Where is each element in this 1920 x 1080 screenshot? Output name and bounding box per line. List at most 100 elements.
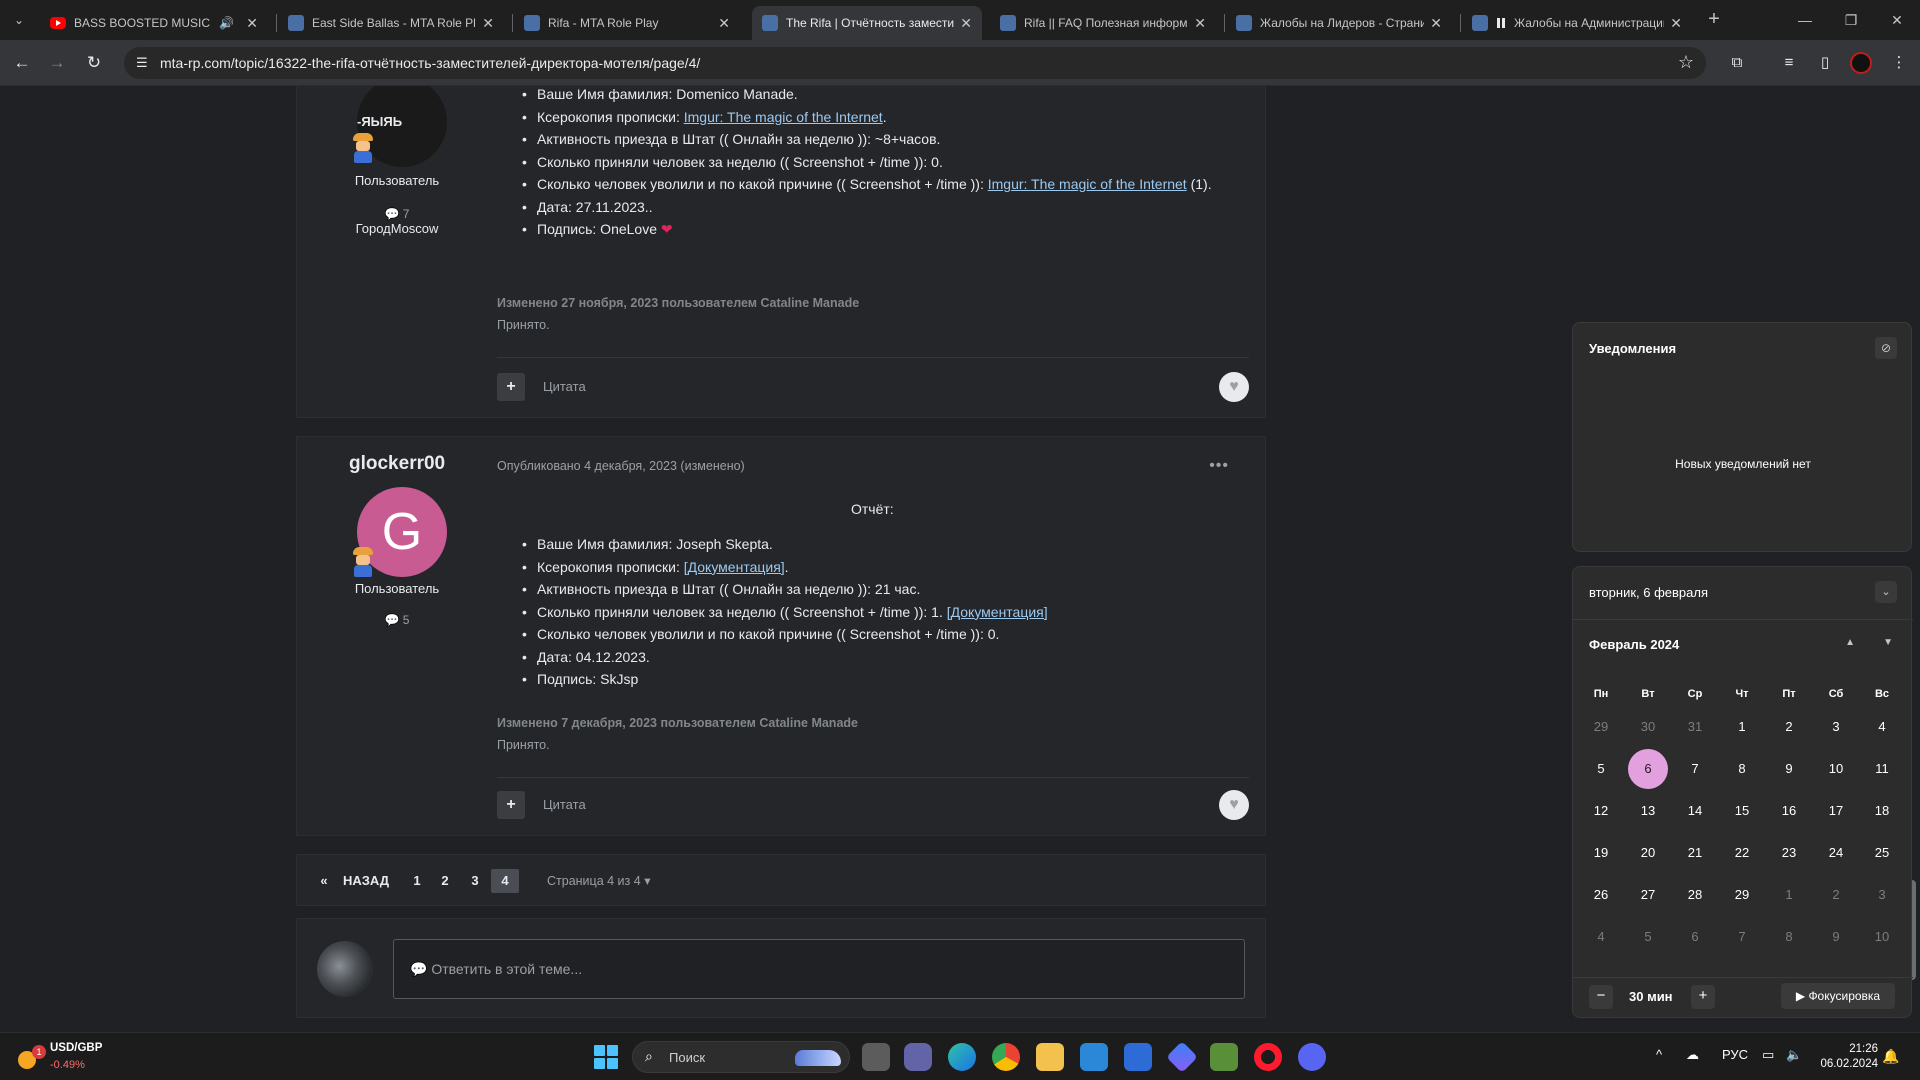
like-heart-icon[interactable]: ♥: [1219, 372, 1249, 402]
calendar-day[interactable]: 6: [1675, 917, 1715, 957]
minecraft-icon[interactable]: [1210, 1043, 1238, 1071]
imgur-link[interactable]: Imgur: The magic of the Internet: [684, 109, 883, 125]
do-not-disturb-icon[interactable]: ⊘: [1875, 337, 1897, 359]
prev-month-icon[interactable]: ▲: [1845, 637, 1855, 648]
close-tab-icon[interactable]: ✕: [1194, 15, 1206, 32]
page-3[interactable]: 3: [467, 869, 483, 893]
calendar-day[interactable]: 21: [1675, 833, 1715, 873]
menu-kebab-icon[interactable]: ⋮: [1886, 50, 1912, 76]
chrome-icon[interactable]: [992, 1043, 1020, 1071]
calendar-day[interactable]: 29: [1722, 875, 1762, 915]
opera-icon[interactable]: [1254, 1043, 1282, 1071]
calendar-day[interactable]: 2: [1816, 875, 1856, 915]
restore-icon[interactable]: ❐: [1828, 6, 1874, 34]
reload-icon[interactable]: ↻: [80, 49, 108, 77]
calendar-day[interactable]: 8: [1769, 917, 1809, 957]
chevron-up-icon[interactable]: ^: [1656, 1047, 1662, 1062]
tab-the-rifa-active[interactable]: The Rifa | Отчётность заместит ✕: [752, 6, 982, 40]
copilot-icon[interactable]: [1166, 1041, 1198, 1073]
page-1[interactable]: 1: [409, 869, 425, 893]
calendar-day[interactable]: 25: [1862, 833, 1902, 873]
tab-youtube[interactable]: BASS BOOSTED MUSIC MI 🔊 ✕: [40, 6, 268, 40]
extensions-icon[interactable]: ⧉: [1724, 50, 1750, 76]
focus-increase-button[interactable]: +: [1691, 985, 1715, 1009]
like-heart-icon[interactable]: ♥: [1219, 790, 1249, 820]
bookmark-star-icon[interactable]: ☆: [1678, 52, 1694, 73]
file-explorer-icon[interactable]: [1036, 1043, 1064, 1071]
new-tab-button[interactable]: +: [1700, 8, 1728, 32]
mail-icon[interactable]: [1080, 1043, 1108, 1071]
calendar-day[interactable]: 13: [1628, 791, 1668, 831]
profile-avatar[interactable]: [1850, 52, 1872, 74]
address-bar[interactable]: ☰ mta-rp.com/topic/16322-the-rifa-отчётн…: [124, 47, 1706, 79]
calendar-day[interactable]: 1: [1769, 875, 1809, 915]
close-window-icon[interactable]: ✕: [1874, 6, 1920, 34]
close-tab-icon[interactable]: ✕: [246, 15, 258, 32]
calendar-day[interactable]: 11: [1862, 749, 1902, 789]
prev-page-button[interactable]: НАЗАД: [343, 869, 389, 893]
calendar-day[interactable]: 3: [1862, 875, 1902, 915]
close-tab-icon[interactable]: ✕: [1670, 15, 1682, 32]
calendar-day[interactable]: 2: [1769, 707, 1809, 747]
first-page-icon[interactable]: «: [315, 869, 333, 893]
focus-start-button[interactable]: ▶ Фокусировка: [1781, 983, 1895, 1009]
back-icon[interactable]: ←: [8, 49, 36, 77]
input-language[interactable]: РУС: [1722, 1047, 1748, 1062]
calendar-day[interactable]: 1: [1722, 707, 1762, 747]
multiquote-button[interactable]: +: [497, 791, 525, 819]
calendar-day[interactable]: 7: [1722, 917, 1762, 957]
site-info-icon[interactable]: ☰: [136, 55, 152, 71]
calendar-day[interactable]: 15: [1722, 791, 1762, 831]
close-tab-icon[interactable]: ✕: [960, 15, 972, 32]
imgur-link[interactable]: Imgur: The magic of the Internet: [988, 176, 1187, 192]
calendar-day[interactable]: 20: [1628, 833, 1668, 873]
calendar-day[interactable]: 17: [1816, 791, 1856, 831]
calendar-day[interactable]: 3: [1816, 707, 1856, 747]
calendar-day[interactable]: 4: [1862, 707, 1902, 747]
tab-rifa-faq[interactable]: Rifa || FAQ Полезная информа ✕: [990, 6, 1216, 40]
close-tab-icon[interactable]: ✕: [718, 15, 730, 32]
calendar-day[interactable]: 16: [1769, 791, 1809, 831]
widgets-icon[interactable]: 1: [18, 1045, 46, 1069]
calendar-day[interactable]: 14: [1675, 791, 1715, 831]
close-tab-icon[interactable]: ✕: [482, 15, 494, 32]
edge-icon[interactable]: [948, 1043, 976, 1071]
close-tab-icon[interactable]: ✕: [1430, 15, 1442, 32]
ticker-symbol[interactable]: USD/GBP: [50, 1042, 102, 1054]
calendar-day[interactable]: 9: [1816, 917, 1856, 957]
documentation-link[interactable]: [Документация]: [947, 604, 1048, 620]
calendar-day[interactable]: 31: [1675, 707, 1715, 747]
quote-button[interactable]: Цитата: [543, 797, 586, 812]
calendar-day[interactable]: 10: [1862, 917, 1902, 957]
author-name[interactable]: glockerr00: [349, 453, 445, 475]
calendar-day[interactable]: 28: [1675, 875, 1715, 915]
calendar-day[interactable]: 10: [1816, 749, 1856, 789]
store-icon[interactable]: [1124, 1043, 1152, 1071]
tab-east-side-ballas[interactable]: East Side Ballas - MTA Role Play ✕: [278, 6, 504, 40]
calendar-day[interactable]: 9: [1769, 749, 1809, 789]
next-month-icon[interactable]: ▼: [1883, 637, 1893, 648]
calendar-month[interactable]: Февраль 2024: [1589, 637, 1679, 652]
start-button[interactable]: [594, 1045, 618, 1069]
forward-icon[interactable]: →: [43, 49, 71, 77]
quote-button[interactable]: Цитата: [543, 379, 586, 394]
documentation-link[interactable]: [Документация]: [684, 559, 785, 575]
calendar-day[interactable]: 8: [1722, 749, 1762, 789]
chevron-down-icon[interactable]: ⌄: [1875, 581, 1897, 603]
calendar-day[interactable]: 24: [1816, 833, 1856, 873]
notification-bell-icon[interactable]: 🔔: [1882, 1048, 1899, 1065]
tab-complaints-admin[interactable]: Жалобы на Администрацию ✕: [1462, 6, 1692, 40]
calendar-day[interactable]: 12: [1581, 791, 1621, 831]
taskbar-search[interactable]: ⌕ Поиск: [632, 1041, 850, 1073]
page-jump-dropdown[interactable]: Страница 4 из 4 ▾: [547, 869, 650, 893]
calendar-day[interactable]: 18: [1862, 791, 1902, 831]
side-panel-icon[interactable]: ▯: [1812, 50, 1838, 76]
calendar-day-today[interactable]: 6: [1628, 749, 1668, 789]
task-view-icon[interactable]: [862, 1043, 890, 1071]
calendar-day[interactable]: 22: [1722, 833, 1762, 873]
discord-icon[interactable]: [1298, 1043, 1326, 1071]
onedrive-icon[interactable]: ☁: [1686, 1047, 1699, 1063]
speaker-icon[interactable]: 🔊: [219, 16, 234, 30]
multiquote-button[interactable]: +: [497, 373, 525, 401]
calendar-day[interactable]: 26: [1581, 875, 1621, 915]
